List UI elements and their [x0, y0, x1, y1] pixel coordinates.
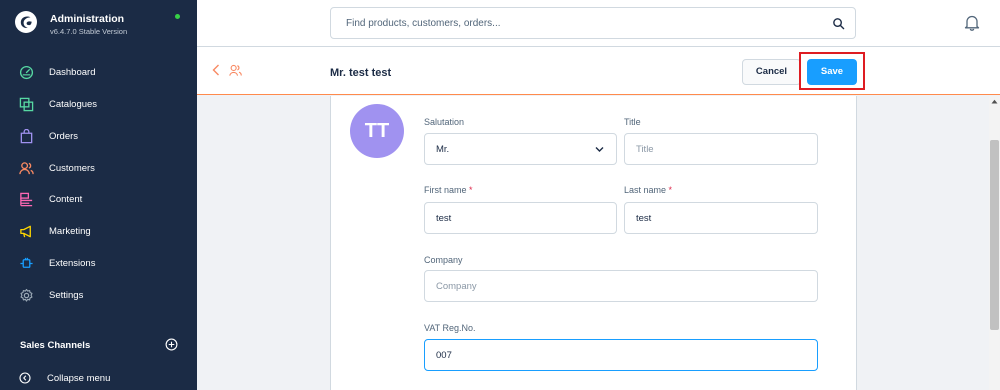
- collapse-menu-button[interactable]: Collapse menu: [0, 368, 197, 390]
- brand-version: v6.4.7.0 Stable Version: [50, 27, 128, 36]
- sidebar-item-label: Settings: [49, 290, 84, 301]
- main-content: TT Salutation Mr. Title Title First name…: [197, 96, 989, 390]
- required-marker: *: [469, 185, 473, 195]
- salutation-select[interactable]: Mr.: [424, 133, 617, 165]
- settings-icon: [20, 288, 33, 302]
- last-name-value: test: [636, 213, 652, 224]
- company-placeholder: Company: [436, 281, 477, 292]
- salutation-value: Mr.: [436, 144, 450, 155]
- sidebar-item-customers[interactable]: Customers: [0, 154, 197, 184]
- customers-icon: [229, 64, 242, 76]
- back-chevron-icon[interactable]: [211, 64, 221, 76]
- title-field[interactable]: Title: [624, 133, 818, 165]
- sidebar-item-label: Content: [49, 194, 83, 205]
- sidebar-item-marketing[interactable]: Marketing: [0, 217, 197, 247]
- avatar[interactable]: TT: [350, 104, 404, 158]
- last-name-label: Last name *: [624, 185, 672, 195]
- notification-bell-icon[interactable]: [964, 14, 980, 31]
- scroll-up-arrow-icon[interactable]: [991, 99, 998, 104]
- title-label: Title: [624, 117, 641, 127]
- company-field[interactable]: Company: [424, 270, 818, 302]
- sidebar-item-label: Dashboard: [49, 67, 96, 78]
- scrollbar-thumb[interactable]: [990, 140, 999, 330]
- smart-bar: Mr. test test Cancel Save: [197, 47, 1000, 95]
- sidebar-item-extensions[interactable]: Extensions: [0, 249, 197, 279]
- online-status-dot: [175, 14, 180, 19]
- orders-icon: [20, 129, 33, 144]
- page-title: Mr. test test: [330, 67, 392, 79]
- sidebar-item-label: Marketing: [49, 226, 91, 237]
- sidebar-item-label: Customers: [49, 163, 95, 174]
- first-name-label: First name *: [424, 185, 473, 195]
- search-icon[interactable]: [832, 17, 845, 30]
- marketing-icon: [20, 225, 31, 238]
- salutation-label: Salutation: [424, 117, 465, 127]
- sales-channels-title: Sales Channels: [20, 340, 91, 351]
- last-name-label-text: Last name: [624, 185, 667, 195]
- brand-title: Administration: [50, 13, 125, 25]
- content-icon: [20, 192, 33, 207]
- catalogue-icon: [19, 97, 34, 112]
- collapse-icon: [19, 372, 31, 384]
- sidebar: Administration v6.4.7.0 Stable Version D…: [0, 0, 197, 390]
- sidebar-item-orders[interactable]: Orders: [0, 122, 197, 152]
- first-name-field[interactable]: test: [424, 202, 617, 234]
- required-marker: *: [668, 185, 673, 195]
- brand[interactable]: Administration v6.4.7.0 Stable Version: [0, 0, 197, 48]
- shopware-logo-icon: [15, 11, 37, 33]
- dashboard-icon: [19, 65, 34, 80]
- top-bar: Find products, customers, orders...: [197, 0, 1000, 47]
- save-button-highlight: [799, 52, 865, 90]
- search-placeholder: Find products, customers, orders...: [346, 18, 501, 29]
- sidebar-item-catalogues[interactable]: Catalogues: [0, 90, 197, 120]
- vat-field[interactable]: 007: [424, 339, 818, 371]
- first-name-label-text: First name: [424, 185, 467, 195]
- cancel-button[interactable]: Cancel: [742, 59, 801, 85]
- company-label: Company: [424, 255, 463, 265]
- sidebar-item-label: Extensions: [49, 258, 96, 269]
- add-sales-channel-icon[interactable]: [165, 338, 178, 351]
- search-input[interactable]: Find products, customers, orders...: [330, 7, 856, 39]
- sidebar-item-dashboard[interactable]: Dashboard: [0, 58, 197, 88]
- vat-value: 007: [436, 350, 452, 361]
- extensions-icon: [20, 257, 33, 268]
- vat-label: VAT Reg.No.: [424, 323, 476, 333]
- customers-icon: [19, 162, 34, 175]
- last-name-field[interactable]: test: [624, 202, 818, 234]
- chevron-down-icon: [595, 147, 604, 152]
- customer-form-card: TT Salutation Mr. Title Title First name…: [330, 96, 857, 390]
- sidebar-item-settings[interactable]: Settings: [0, 281, 197, 311]
- title-placeholder: Title: [636, 144, 654, 155]
- sidebar-item-label: Orders: [49, 131, 79, 142]
- sidebar-item-label: Catalogues: [49, 99, 98, 110]
- collapse-menu-label: Collapse menu: [47, 373, 111, 384]
- first-name-value: test: [436, 213, 452, 224]
- sidebar-item-content[interactable]: Content: [0, 185, 197, 215]
- scrollbar[interactable]: [989, 96, 1000, 390]
